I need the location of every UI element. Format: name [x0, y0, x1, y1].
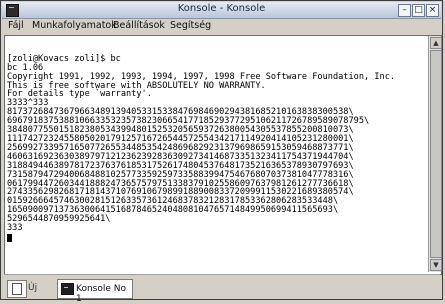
terminal-output[interactable]: [zoli@Kovacs zoli]$ bc bc 1.06 Copyright 1…	[7, 37, 427, 271]
new-session-label: Új	[28, 283, 38, 293]
session-tab-label: Konsole No 1	[76, 284, 126, 304]
maximize-button[interactable]: □	[412, 4, 425, 17]
tab-konsole-no-1[interactable]: Konsole No 1	[57, 279, 133, 304]
menu-file[interactable]: Fájl	[8, 20, 24, 31]
minimize-button[interactable]: –	[398, 4, 411, 17]
terminal-icon	[61, 283, 74, 295]
terminal-line: [zoli@Kovacs zoli]$ bc	[7, 53, 121, 64]
terminal-scrollbar[interactable]: ▲ ▼	[428, 36, 442, 272]
window-title: Konsole - Konsole	[177, 3, 266, 14]
terminal-line: For details type `warranty'.	[7, 89, 152, 100]
menu-settings[interactable]: Beállítások	[113, 20, 165, 31]
konsole-window: Konsole - Konsole – □ × Fájl Munkafolyam…	[0, 0, 443, 304]
terminal-line: 333	[7, 223, 23, 234]
close-button[interactable]: ×	[426, 4, 439, 17]
menu-bar: Fájl Munkafolyamatok Beállítások Segítsé…	[2, 19, 441, 33]
menu-sessions[interactable]: Munkafolyamatok	[32, 20, 117, 31]
terminal-frame: [zoli@Kovacs zoli]$ bc bc 1.06 Copyright 1…	[4, 35, 442, 275]
scroll-thumb[interactable]	[430, 50, 442, 258]
text-cursor	[7, 233, 12, 242]
scroll-up-icon[interactable]: ▲	[430, 37, 442, 49]
menu-help[interactable]: Segítség	[170, 20, 211, 31]
scroll-down-icon[interactable]: ▼	[430, 259, 442, 271]
new-session-button[interactable]	[7, 280, 27, 298]
session-tab-bar: Új Konsole No 1	[4, 274, 440, 304]
title-bar[interactable]: Konsole - Konsole – □ ×	[2, 2, 441, 19]
terminal-line: 5296544870959925641\	[7, 214, 111, 225]
